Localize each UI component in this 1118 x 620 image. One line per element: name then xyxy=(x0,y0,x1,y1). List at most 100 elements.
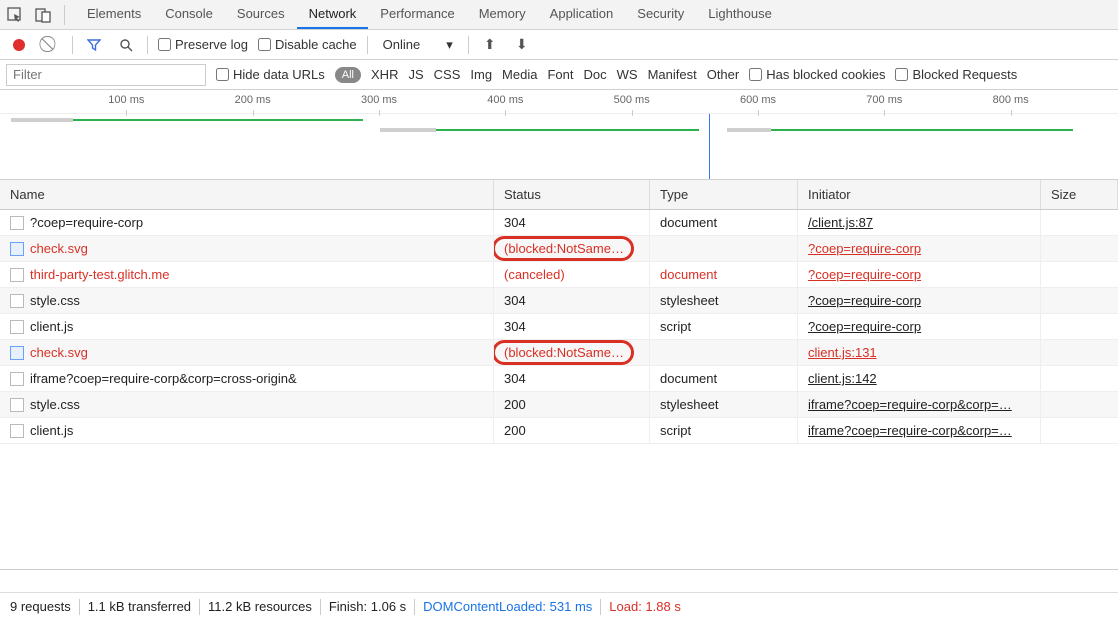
request-status: 304 xyxy=(504,293,526,308)
request-size xyxy=(1041,314,1118,339)
timeline-tick: 700 ms xyxy=(866,94,902,106)
filter-all[interactable]: All xyxy=(335,67,361,83)
image-file-icon xyxy=(10,346,24,360)
request-type: script xyxy=(660,423,691,438)
tab-application[interactable]: Application xyxy=(538,0,626,29)
tab-memory[interactable]: Memory xyxy=(467,0,538,29)
col-size-header[interactable]: Size xyxy=(1041,180,1118,209)
timeline-tick: 200 ms xyxy=(235,94,271,106)
filter-doc[interactable]: Doc xyxy=(583,67,606,82)
request-initiator-link[interactable]: ?coep=require-corp xyxy=(808,319,921,334)
request-initiator-link[interactable]: ?coep=require-corp xyxy=(808,241,921,256)
request-initiator-link[interactable]: iframe?coep=require-corp&corp=… xyxy=(808,423,1012,438)
disable-cache-label: Disable cache xyxy=(275,37,357,52)
tab-sources[interactable]: Sources xyxy=(225,0,297,29)
request-initiator-link[interactable]: iframe?coep=require-corp&corp=… xyxy=(808,397,1012,412)
table-row[interactable]: third-party-test.glitch.me(canceled)docu… xyxy=(0,262,1118,288)
disable-cache-checkbox[interactable]: Disable cache xyxy=(258,37,357,52)
filter-toggle-icon[interactable] xyxy=(83,34,105,56)
request-size xyxy=(1041,210,1118,235)
tab-security[interactable]: Security xyxy=(625,0,696,29)
col-status-header[interactable]: Status xyxy=(494,180,650,209)
device-toggle-icon[interactable] xyxy=(32,4,54,26)
request-name: third-party-test.glitch.me xyxy=(30,267,169,282)
request-name: style.css xyxy=(30,397,80,412)
file-icon xyxy=(10,372,24,386)
throttling-value: Online xyxy=(383,37,421,52)
status-requests: 9 requests xyxy=(10,599,71,614)
file-icon xyxy=(10,398,24,412)
image-file-icon xyxy=(10,242,24,256)
filter-font[interactable]: Font xyxy=(547,67,573,82)
request-name: check.svg xyxy=(30,345,88,360)
tab-performance[interactable]: Performance xyxy=(368,0,466,29)
filter-input[interactable] xyxy=(6,64,206,86)
request-status: 304 xyxy=(504,215,526,230)
status-finish: Finish: 1.06 s xyxy=(329,599,406,614)
col-type-header[interactable]: Type xyxy=(650,180,798,209)
filter-media[interactable]: Media xyxy=(502,67,537,82)
blocked-cookies-checkbox[interactable]: Has blocked cookies xyxy=(749,67,885,82)
upload-har-icon[interactable]: ⬆ xyxy=(479,34,501,56)
preserve-log-checkbox[interactable]: Preserve log xyxy=(158,37,248,52)
hide-data-urls-checkbox[interactable]: Hide data URLs xyxy=(216,67,325,82)
tab-lighthouse[interactable]: Lighthouse xyxy=(696,0,784,29)
search-icon[interactable] xyxy=(115,34,137,56)
request-size xyxy=(1041,366,1118,391)
request-type: document xyxy=(660,371,717,386)
request-size xyxy=(1041,340,1118,365)
filter-ws[interactable]: WS xyxy=(617,67,638,82)
request-initiator-link[interactable]: ?coep=require-corp xyxy=(808,293,921,308)
table-row[interactable]: style.css200stylesheetiframe?coep=requir… xyxy=(0,392,1118,418)
network-timeline[interactable]: 100 ms200 ms300 ms400 ms500 ms600 ms700 … xyxy=(0,90,1118,180)
request-status: 304 xyxy=(504,371,526,386)
timeline-tick: 300 ms xyxy=(361,94,397,106)
table-row[interactable]: check.svg (blocked:NotSame… client.js:131 xyxy=(0,340,1118,366)
network-filter-bar: Hide data URLs All XHR JS CSS Img Media … xyxy=(0,60,1118,90)
table-row[interactable]: client.js304script?coep=require-corp xyxy=(0,314,1118,340)
table-row[interactable]: iframe?coep=require-corp&corp=cross-orig… xyxy=(0,366,1118,392)
throttling-select[interactable]: Online ▾ xyxy=(378,34,458,56)
blocked-requests-label: Blocked Requests xyxy=(912,67,1017,82)
request-initiator-link[interactable]: client.js:142 xyxy=(808,371,877,386)
chevron-down-icon: ▾ xyxy=(446,37,453,53)
table-row[interactable]: ?coep=require-corp304document/client.js:… xyxy=(0,210,1118,236)
filter-xhr[interactable]: XHR xyxy=(371,67,398,82)
request-initiator-link[interactable]: ?coep=require-corp xyxy=(808,267,921,282)
table-row[interactable]: style.css 304 stylesheet ?coep=require-corp xyxy=(0,288,1118,314)
request-initiator-link[interactable]: client.js:131 xyxy=(808,345,877,360)
tab-network[interactable]: Network xyxy=(297,0,369,29)
inspect-icon[interactable] xyxy=(4,4,26,26)
network-grid-header: Name Status Type Initiator Size xyxy=(0,180,1118,210)
table-row[interactable]: check.svg(blocked:NotSame…?coep=require-… xyxy=(0,236,1118,262)
request-status: (blocked:NotSame… xyxy=(504,345,624,360)
status-resources: 11.2 kB resources xyxy=(208,599,312,614)
tab-console[interactable]: Console xyxy=(153,0,225,29)
filter-manifest[interactable]: Manifest xyxy=(648,67,697,82)
col-name-header[interactable]: Name xyxy=(0,180,494,209)
blocked-requests-checkbox[interactable]: Blocked Requests xyxy=(895,67,1017,82)
filter-js[interactable]: JS xyxy=(408,67,423,82)
request-name: style.css xyxy=(30,293,80,308)
filter-other[interactable]: Other xyxy=(707,67,740,82)
request-type: script xyxy=(660,319,691,334)
request-name: ?coep=require-corp xyxy=(30,215,143,230)
col-initiator-header[interactable]: Initiator xyxy=(798,180,1041,209)
request-type: stylesheet xyxy=(660,293,719,308)
filter-img[interactable]: Img xyxy=(470,67,492,82)
download-har-icon[interactable]: ⬇ xyxy=(511,34,533,56)
status-load: Load: 1.88 s xyxy=(609,599,681,614)
clear-button[interactable]: ⃠ xyxy=(40,34,62,56)
request-initiator-link[interactable]: /client.js:87 xyxy=(808,215,873,230)
file-icon xyxy=(10,216,24,230)
table-row[interactable]: client.js200scriptiframe?coep=require-co… xyxy=(0,418,1118,444)
filter-css[interactable]: CSS xyxy=(434,67,461,82)
status-dcl: DOMContentLoaded: 531 ms xyxy=(423,599,592,614)
record-button[interactable] xyxy=(8,34,30,56)
request-size xyxy=(1041,236,1118,261)
request-status: 200 xyxy=(504,423,526,438)
file-icon xyxy=(10,320,24,334)
request-name: check.svg xyxy=(30,241,88,256)
network-toolbar: ⃠ Preserve log Disable cache Online ▾ ⬆ ⬇ xyxy=(0,30,1118,60)
tab-elements[interactable]: Elements xyxy=(75,0,153,29)
